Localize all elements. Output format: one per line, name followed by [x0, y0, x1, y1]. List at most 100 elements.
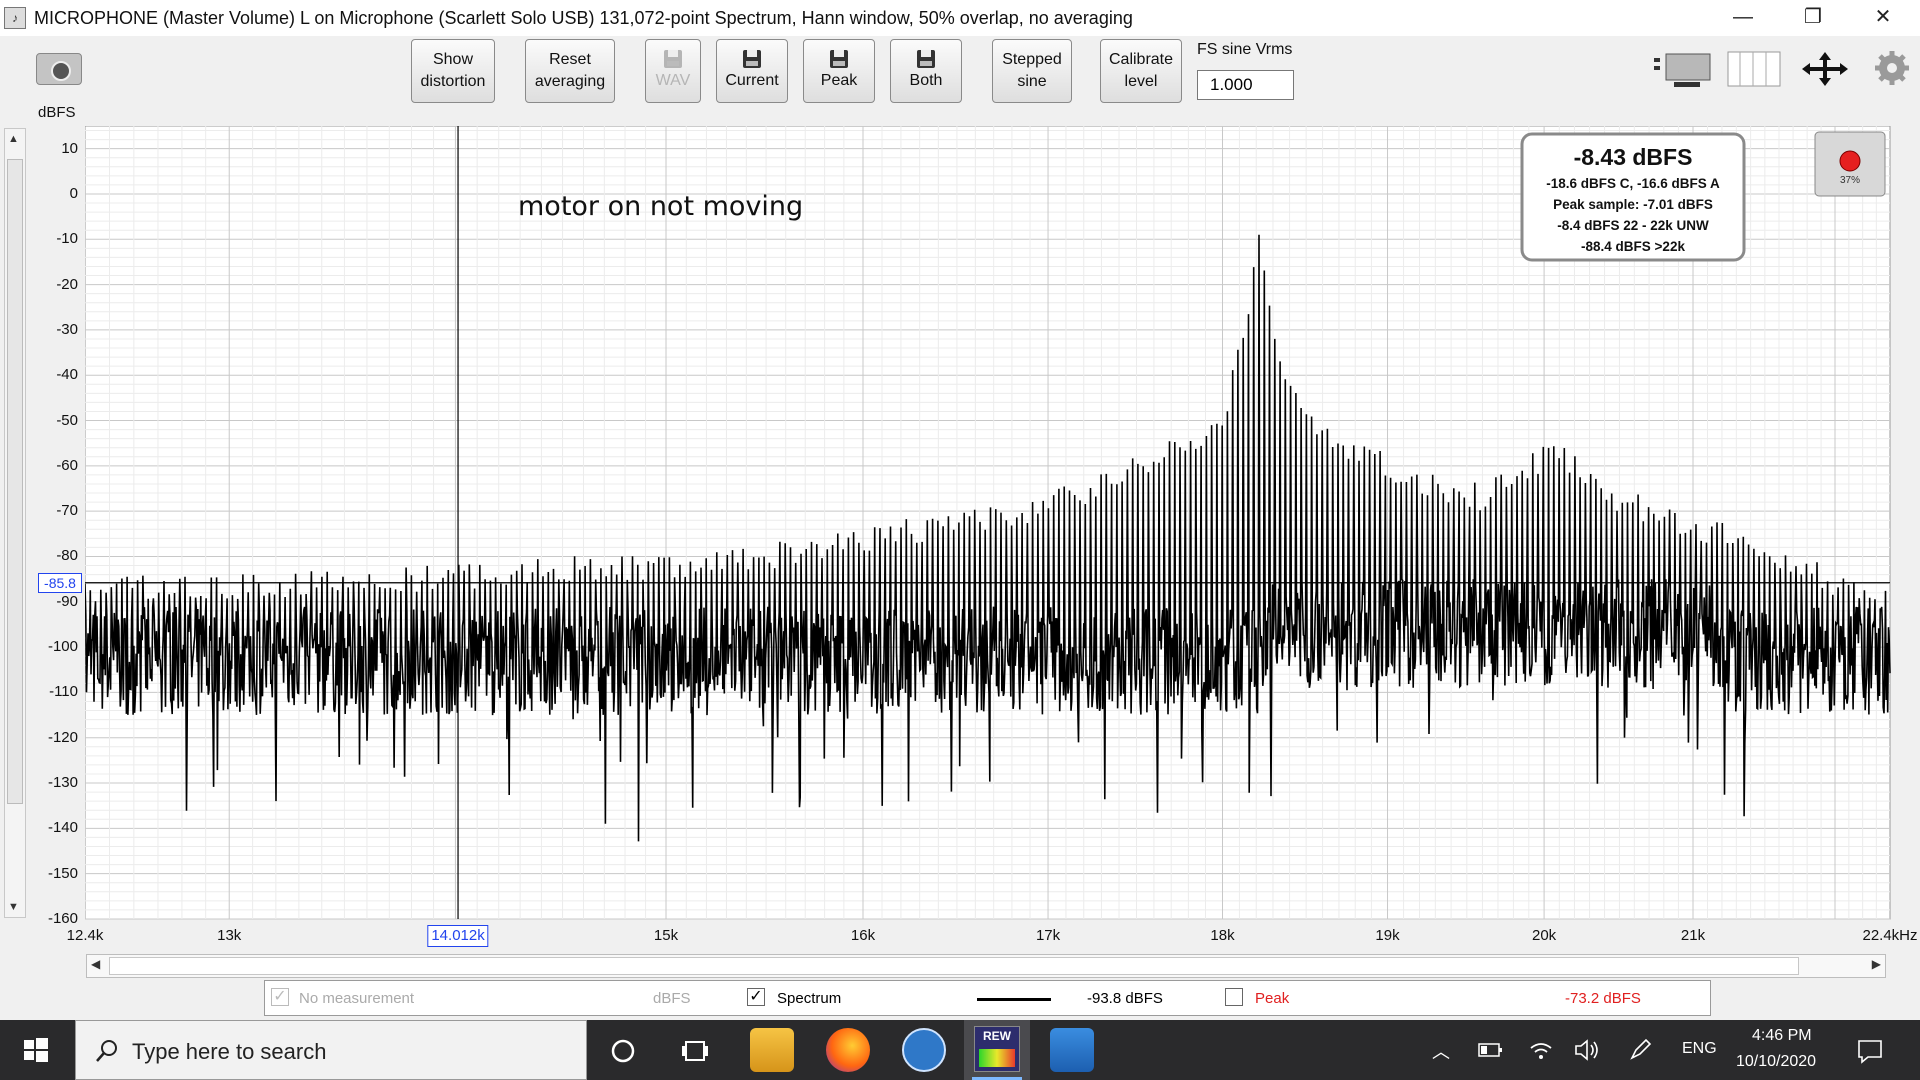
x-tick-label: 15k — [653, 927, 679, 944]
readout-weighted: -18.6 dBFS C, -16.6 dBFS A — [1546, 176, 1720, 191]
y-tick-label: -20 — [56, 275, 78, 293]
window-title: MICROPHONE (Master Volume) L on Micropho… — [34, 7, 1133, 28]
save-current-button[interactable]: Current — [716, 39, 788, 103]
save-both-button[interactable]: Both — [890, 39, 962, 103]
app-icon: ♪ — [4, 7, 26, 29]
peak-checkbox[interactable] — [1225, 988, 1243, 1006]
windows-start-icon[interactable] — [0, 1020, 72, 1080]
settings-gear-icon[interactable] — [1874, 50, 1910, 86]
scroll-left-icon[interactable]: ◀ — [91, 957, 100, 971]
fs-sine-vrms-input[interactable]: 1.000 — [1197, 70, 1294, 100]
taskbar: Type here to search REW ︿ ENG 4:46 PM 10… — [0, 1020, 1920, 1080]
photos-icon[interactable] — [1050, 1028, 1094, 1072]
camera-icon[interactable] — [36, 53, 82, 85]
battery-icon[interactable] — [1478, 1040, 1504, 1060]
save-icon — [830, 50, 848, 68]
y-tick-label: 10 — [61, 139, 78, 157]
readout-main: -8.43 dBFS — [1574, 144, 1693, 170]
y-tick-label: -150 — [47, 864, 78, 882]
restore-button[interactable]: ❐ — [1784, 0, 1842, 36]
wav-button[interactable]: WAV — [645, 39, 701, 103]
graph-layout-icon[interactable] — [1652, 48, 1714, 90]
task-view-icon[interactable] — [680, 1036, 710, 1066]
x-tick-label: 17k — [1035, 927, 1061, 944]
spectrum-checkbox[interactable]: ✓ — [747, 988, 765, 1006]
y-tick-label: -140 — [47, 819, 78, 837]
x-tick-label: 16k — [850, 927, 876, 944]
level-readout-box: -8.43 dBFS -18.6 dBFS C, -16.6 dBFS A Pe… — [1520, 132, 1746, 262]
y-axis-label: dBFS — [38, 104, 76, 121]
x-tick-label: 21k — [1680, 927, 1706, 944]
save-icon — [743, 50, 761, 68]
spectrum-chart[interactable]: motor on not moving -8.43 dBFS -18.6 dBF… — [85, 126, 1895, 952]
record-icon — [1839, 150, 1861, 172]
readout-above-22k: -88.4 dBFS >22k — [1581, 239, 1685, 254]
show-distortion-button[interactable]: Show distortion — [411, 39, 495, 103]
pan-arrows-icon[interactable] — [1798, 48, 1852, 90]
spectrum-value: -93.8 dBFS — [1087, 990, 1163, 1007]
save-icon — [917, 50, 935, 68]
readout-band-unw: -8.4 dBFS 22 - 22k UNW — [1557, 218, 1709, 233]
peak-label: Peak — [1255, 990, 1290, 1007]
y-tick-label: -160 — [47, 910, 78, 927]
y-tick-label: -10 — [56, 230, 78, 248]
cursor-x-label: 14.012k — [427, 925, 489, 947]
volume-icon[interactable] — [1574, 1038, 1602, 1062]
clock-time[interactable]: 4:46 PM — [1752, 1027, 1812, 1045]
clock-date[interactable]: 10/10/2020 — [1736, 1053, 1816, 1071]
fs-sine-vrms-label: FS sine Vrms — [1197, 41, 1293, 58]
notifications-icon[interactable] — [1856, 1038, 1884, 1064]
search-placeholder: Type here to search — [132, 1039, 327, 1064]
rew-taskbar-item[interactable]: REW — [964, 1020, 1030, 1080]
reset-averaging-button[interactable]: Reset averaging — [525, 39, 615, 103]
search-icon — [96, 1040, 117, 1062]
x-tick-label: 20k — [1531, 927, 1557, 944]
y-tick-label: 0 — [69, 184, 78, 202]
y-tick-label: -40 — [56, 366, 78, 384]
no-measurement-unit: dBFS — [653, 990, 691, 1007]
columns-icon[interactable] — [1726, 50, 1782, 88]
y-tick-label: -120 — [47, 728, 78, 746]
language-indicator[interactable]: ENG — [1682, 1040, 1717, 1058]
file-explorer-icon[interactable] — [750, 1028, 794, 1072]
cursor-y-label: -85.8 — [38, 572, 82, 593]
taskbar-search-box[interactable]: Type here to search — [75, 1020, 587, 1080]
pen-icon[interactable] — [1628, 1038, 1654, 1062]
cortana-icon[interactable] — [608, 1036, 638, 1066]
close-button[interactable]: ✕ — [1854, 0, 1912, 36]
y-tick-label: -110 — [49, 683, 78, 701]
legend-bar: ✓ No measurement dBFS ✓ Spectrum -93.8 d… — [264, 980, 1711, 1016]
vertical-scrollbar[interactable]: ▲ ▼ — [4, 128, 26, 918]
no-measurement-checkbox[interactable]: ✓ — [271, 988, 289, 1006]
rew-icon: REW — [974, 1026, 1020, 1072]
y-tick-label: -90 — [56, 592, 78, 610]
readout-peak-sample: Peak sample: -7.01 dBFS — [1553, 197, 1713, 212]
horizontal-scroll-thumb[interactable] — [109, 957, 1799, 975]
chart-annotation: motor on not moving — [518, 191, 803, 222]
vertical-scroll-thumb[interactable] — [7, 159, 23, 804]
y-tick-label: -100 — [47, 638, 78, 656]
tray-chevron-icon[interactable]: ︿ — [1432, 1038, 1450, 1064]
firefox-icon[interactable] — [826, 1028, 870, 1072]
scroll-right-icon[interactable]: ▶ — [1872, 957, 1881, 971]
x-tick-label: 12.4k — [66, 927, 104, 944]
scroll-down-icon[interactable]: ▼ — [8, 901, 19, 913]
x-tick-label: 18k — [1210, 927, 1235, 944]
stepped-sine-button[interactable]: Stepped sine — [992, 39, 1072, 103]
record-button[interactable]: 37% — [1814, 131, 1886, 197]
folder-icon — [664, 50, 682, 68]
y-tick-label: -60 — [56, 456, 78, 474]
save-peak-button[interactable]: Peak — [803, 39, 875, 103]
wifi-icon[interactable] — [1528, 1038, 1554, 1062]
scroll-up-icon[interactable]: ▲ — [8, 133, 19, 145]
spectrum-label: Spectrum — [777, 990, 842, 1007]
peak-value: -73.2 dBFS — [1565, 990, 1641, 1007]
y-tick-label: -130 — [47, 774, 78, 792]
calibrate-level-button[interactable]: Calibrate level — [1100, 39, 1182, 103]
horizontal-scrollbar[interactable]: ◀ ▶ — [86, 954, 1886, 978]
thunderbird-icon[interactable] — [902, 1028, 946, 1072]
x-tick-label: 22.4kHz — [1862, 927, 1918, 944]
y-tick-label: -70 — [56, 502, 78, 520]
title-bar: ♪ MICROPHONE (Master Volume) L on Microp… — [0, 0, 1920, 36]
minimize-button[interactable]: — — [1714, 0, 1772, 36]
